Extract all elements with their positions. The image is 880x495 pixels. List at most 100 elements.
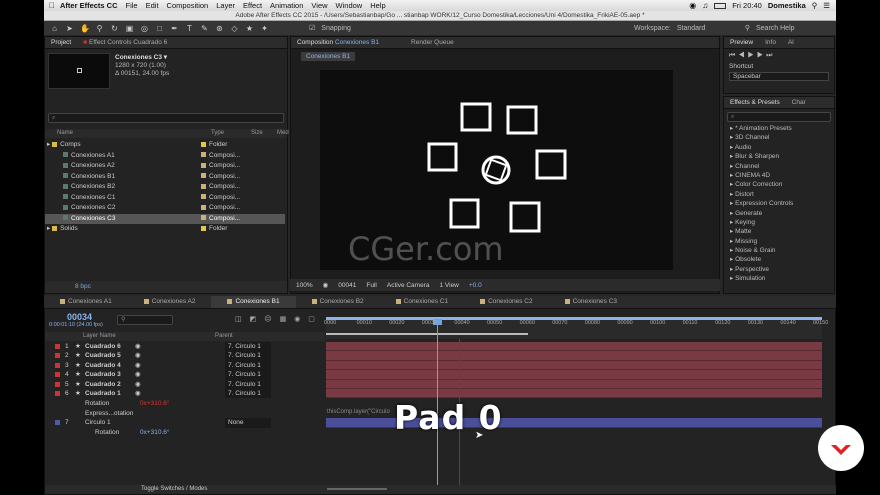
col-name[interactable]: Name [57,129,73,138]
timeline-tab[interactable]: Conexiones A1 [44,296,128,308]
layer-name[interactable]: Cuadrado 4 [85,361,121,370]
project-row[interactable]: Conexiones C1 Composi... [45,193,285,204]
timeline-tab[interactable]: Conexiones C1 [380,296,464,308]
shy-layers-icon[interactable]: ☹ [264,316,279,323]
effects-category[interactable]: ▸ Audio [724,143,834,152]
resolution-select[interactable]: Full [366,282,376,289]
effects-category[interactable]: ▸ Generate [724,209,834,218]
col-type[interactable]: Type [211,129,224,138]
col-media[interactable]: Med [277,129,289,138]
tab-effect-controls[interactable]: ■ Effect Controls Cuadrado 6 [77,39,173,46]
shortcut-select[interactable]: Spacebar [729,72,829,81]
label-color-swatch[interactable] [201,215,206,221]
effects-category[interactable]: ▸ Noise & Grain [724,246,834,255]
home-icon[interactable]: ⌂ [50,24,59,33]
parent-select[interactable]: 7. Circulo 1 [225,360,271,371]
notification-icon[interactable]: ☰ [823,1,830,10]
tab-preview[interactable]: Preview [724,39,759,46]
timeline-search-input[interactable]: ⚲ [117,315,173,325]
effects-category[interactable]: ▸ * Animation Presets [724,124,834,133]
project-row[interactable]: Conexiones C3 Composi... [45,213,285,224]
tab-info[interactable]: Info [759,39,782,46]
comp-subtab[interactable]: Conexiones B1 [301,52,356,61]
toggle-switches-modes[interactable]: Toggle Switches / Modes [141,485,207,494]
effects-category[interactable]: ▸ Matte [724,227,834,236]
layer-duration-bar[interactable] [326,370,822,380]
stamp-tool-icon[interactable]: ⊛ [215,24,224,33]
effects-category[interactable]: ▸ Perspective [724,265,834,274]
layer-row[interactable]: 3 ★ Cuadrado 4 ◉ 7. Circulo 1 [45,360,325,371]
effects-category[interactable]: ▸ 3D Channel [724,133,834,142]
tab-render-queue[interactable]: Render Queue [405,39,460,46]
label-color-swatch[interactable] [201,204,206,210]
rotate-tool-icon[interactable]: ↻ [110,24,119,33]
tab-project[interactable]: Project [45,39,77,46]
timeline-tab[interactable]: Conexiones C2 [464,296,548,308]
volume-icon[interactable]: ♫ [702,1,708,10]
project-row[interactable]: Conexiones A1 Composi... [45,151,285,162]
user-name[interactable]: Domestika [768,1,806,10]
search-help-input[interactable]: Search Help [756,25,836,32]
project-row[interactable]: ▸ Solids Folder [45,224,285,235]
eye-icon[interactable]: ◉ [135,380,141,389]
layer-label-color[interactable] [55,344,60,349]
eraser-tool-icon[interactable]: ◇ [230,24,239,33]
puppet-tool-icon[interactable]: ✦ [260,24,269,33]
draft-3d-icon[interactable]: ◩ [250,316,265,323]
parent-select[interactable]: 7. Circulo 1 [225,389,271,399]
camera-snapshot-icon[interactable]: ◉ [323,281,329,289]
project-row[interactable]: Conexiones C2 Composi... [45,203,285,214]
layer-duration-bar[interactable] [326,389,822,399]
effects-category[interactable]: ▸ Channel [724,162,834,171]
effects-category[interactable]: ▸ Obsolete [724,255,834,264]
circle-rotation-row[interactable]: Rotation 0x+310.6° [45,428,325,437]
label-color-swatch[interactable] [201,162,206,168]
clock[interactable]: Fri 20:40 [732,1,762,10]
eye-icon[interactable]: ◉ [135,370,141,379]
layer-row-circle[interactable]: 7 Circulo 1 None [45,418,325,428]
layer-label-color[interactable] [55,420,60,426]
label-color-swatch[interactable] [201,225,206,231]
domestika-logo[interactable] [818,425,864,471]
zoom-tool-icon[interactable]: ⚲ [95,24,104,33]
menu-window[interactable]: Window [336,1,363,10]
parent-select[interactable]: 7. Circulo 1 [225,379,271,389]
eye-icon[interactable]: ◉ [135,361,141,370]
pen-tool-icon[interactable]: ✒ [170,24,179,33]
comp-mini-flowchart-icon[interactable]: ◫ [235,316,250,323]
project-row[interactable]: Conexiones B2 Composi... [45,182,285,193]
timeline-tab[interactable]: Conexiones B2 [296,296,380,308]
apple-icon[interactable]:  [44,1,60,10]
effects-category[interactable]: ▸ Simulation [724,274,834,283]
tab-effects-presets[interactable]: Effects & Presets [724,99,786,106]
bpc-label[interactable]: 8 bpc [75,283,91,290]
col-layer-name[interactable]: Layer Name [83,332,116,341]
parent-select[interactable]: 7. Circulo 1 [225,342,271,352]
workspace-select[interactable]: Standard [677,25,739,32]
effects-category[interactable]: ▸ Blur & Sharpen [724,152,834,161]
selection-tool-icon[interactable]: ➤ [65,24,74,33]
layer-duration-bar[interactable] [326,379,822,389]
timeline-tab[interactable]: Conexiones C3 [549,296,633,308]
expression-text[interactable]: thisComp.layer("Circulo [327,409,390,415]
tab-character[interactable]: Char [786,99,812,106]
col-parent[interactable]: Parent [215,332,233,341]
menu-view[interactable]: View [311,1,327,10]
current-time[interactable]: 00034 [67,312,92,322]
exposure-value[interactable]: +0.0 [469,282,482,289]
timeline-tab[interactable]: Conexiones B1 [211,296,296,308]
zoom-select[interactable]: 100% [296,282,313,289]
effects-category[interactable]: ▸ CINEMA 4D [724,171,834,180]
layer-duration-bar[interactable] [326,360,822,371]
project-row[interactable]: ▸ Comps Folder [45,140,285,151]
effects-category[interactable]: ▸ Distort [724,190,834,199]
search-help-icon[interactable]: ⚲ [745,24,750,32]
comp-viewer[interactable]: CGer.com [320,70,673,270]
shape-tool-icon[interactable]: □ [155,24,164,33]
play-icon[interactable]: ▶ [748,52,757,59]
effects-category[interactable]: ▸ Missing [724,237,834,246]
menu-effect[interactable]: Effect [243,1,262,10]
tab-ai[interactable]: Al [782,39,800,46]
snapping-checkbox[interactable]: ☑ [309,24,315,32]
comp-name[interactable]: Conexiones C3 ▾ [115,54,169,62]
